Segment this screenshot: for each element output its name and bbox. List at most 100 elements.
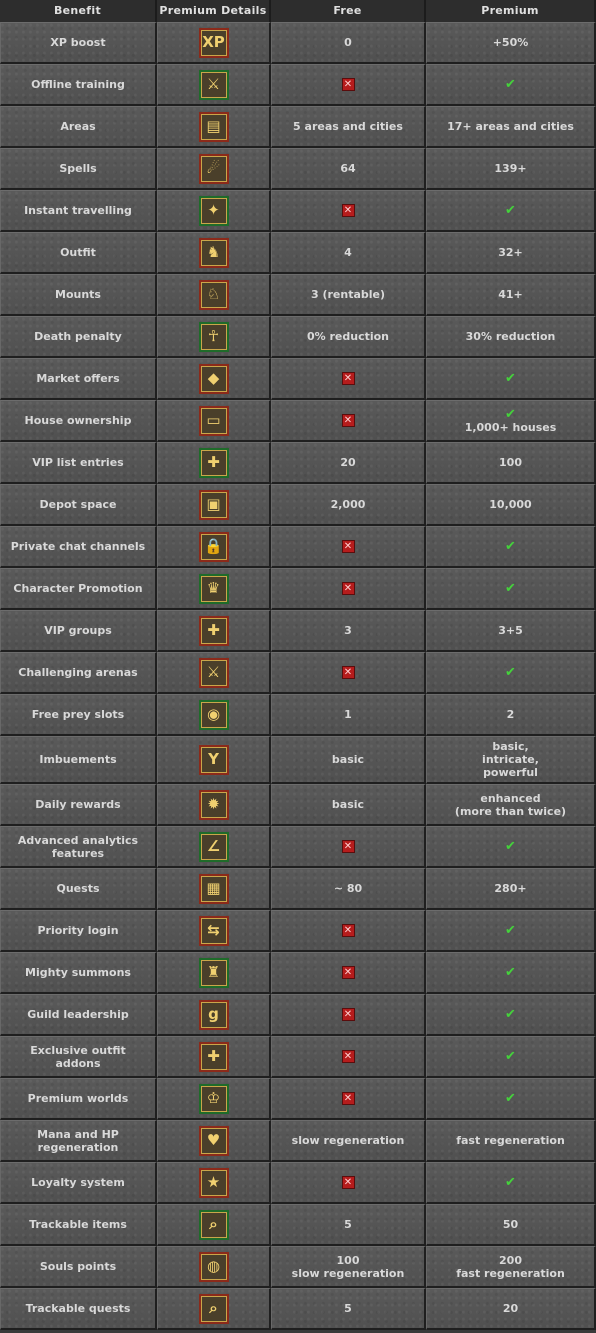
depot-icon[interactable]: ▣ — [198, 489, 229, 520]
premium-comparison-table: Benefit Premium Details Free Premium XP … — [0, 0, 596, 1330]
benefit-cell: Spells — [0, 148, 157, 190]
benefit-cell: Quests — [0, 868, 157, 910]
table-row: Mana and HP regeneration ♥ slow regenerati… — [0, 1120, 596, 1162]
private-chat-icon[interactable]: 🔒 — [198, 531, 229, 562]
premium-value-cell: 32+ — [426, 232, 596, 274]
benefit-cell: Trackable quests — [0, 1288, 157, 1330]
value-stack: ✔ 1,000+ houses — [465, 408, 557, 434]
quest-book-icon[interactable]: ▦ — [198, 873, 229, 904]
compass-star-icon[interactable]: ✦ — [198, 195, 229, 226]
table-row: Guild leadership g ✕ ✔ — [0, 994, 596, 1036]
benefit-cell: Imbuements — [0, 736, 157, 784]
xp-boost-icon[interactable]: XP — [198, 27, 229, 58]
table-row: Free prey slots ◉ 1 2 — [0, 694, 596, 736]
check-icon: ✔ — [505, 77, 516, 92]
free-value-cell: basic — [271, 736, 426, 784]
house-sign-icon[interactable]: ▭ — [198, 405, 229, 436]
premium-details-cell: ◍ — [157, 1246, 271, 1288]
check-icon: ✔ — [505, 371, 516, 386]
market-bag-icon[interactable]: ◆ — [198, 363, 229, 394]
benefit-cell: Offline training — [0, 64, 157, 106]
value-stack: ✔ — [505, 924, 516, 937]
cross-icon: ✕ — [341, 966, 355, 979]
outfit-icon[interactable]: ♞ — [198, 237, 229, 268]
crossed-swords-icon[interactable]: ⚔ — [198, 657, 229, 688]
check-icon: ✔ — [505, 1175, 516, 1190]
summon-icon[interactable]: ♜ — [198, 957, 229, 988]
free-value-cell: ✕ — [271, 826, 426, 868]
header-premium: Premium — [426, 0, 596, 22]
prey-icon[interactable]: ◉ — [198, 699, 229, 730]
ankh-icon[interactable]: ☥ — [198, 321, 229, 352]
premium-value-cell: ✔ — [426, 190, 596, 232]
value-stack: ✔ — [505, 372, 516, 385]
benefit-cell: Trackable items — [0, 1204, 157, 1246]
table-row: Trackable items ⌕ 5 50 — [0, 1204, 596, 1246]
regeneration-icon[interactable]: ♥ — [198, 1125, 229, 1156]
vip-groups-icon[interactable]: ✚ — [198, 615, 229, 646]
benefit-cell: Challenging arenas — [0, 652, 157, 694]
premium-details-cell: ⚔ — [157, 652, 271, 694]
table-row: Areas ▤ 5 areas and cities 17+ areas and ci… — [0, 106, 596, 148]
free-value-cell: ✕ — [271, 190, 426, 232]
premium-details-cell: ♞ — [157, 232, 271, 274]
guild-banner-icon[interactable]: g — [198, 999, 229, 1030]
offline-training-icon[interactable]: ⚔ — [198, 69, 229, 100]
soul-stone-icon[interactable]: ◍ — [198, 1251, 229, 1282]
free-value-cell: ✕ — [271, 358, 426, 400]
table-row: Loyalty system ★ ✕ ✔ — [0, 1162, 596, 1204]
table-row: Premium worlds ♔ ✕ ✔ — [0, 1078, 596, 1120]
table-body: XP boost XP 0 +50% Offline training ⚔ ✕ ✔ Areas ▤… — [0, 22, 596, 1330]
mount-icon[interactable]: ♘ — [198, 279, 229, 310]
free-value-cell: ✕ — [271, 952, 426, 994]
cross-icon: ✕ — [341, 78, 355, 91]
outfit-addon-icon[interactable]: ✚ — [198, 1041, 229, 1072]
table-row: Mounts ♘ 3 (rentable) 41+ — [0, 274, 596, 316]
trackable-quests-icon[interactable]: ⌕ — [198, 1293, 229, 1324]
check-icon: ✔ — [505, 923, 516, 938]
table-row: Offline training ⚔ ✕ ✔ — [0, 64, 596, 106]
premium-details-cell: Y — [157, 736, 271, 784]
premium-details-cell: 🔒 — [157, 526, 271, 568]
free-value-cell: 100 slow regeneration — [271, 1246, 426, 1288]
premium-value-cell: ✔ — [426, 652, 596, 694]
free-value-cell: 3 (rentable) — [271, 274, 426, 316]
check-icon: ✔ — [505, 581, 516, 596]
vip-add-icon[interactable]: ✚ — [198, 447, 229, 478]
premium-details-cell: ▦ — [157, 868, 271, 910]
imbuement-icon[interactable]: Y — [198, 744, 229, 775]
benefit-cell: Mounts — [0, 274, 157, 316]
premium-details-cell: ☄ — [157, 148, 271, 190]
benefit-cell: VIP list entries — [0, 442, 157, 484]
free-value-cell: 2,000 — [271, 484, 426, 526]
fireball-icon[interactable]: ☄ — [198, 153, 229, 184]
free-value-cell: ✕ — [271, 652, 426, 694]
benefit-cell: Character Promotion — [0, 568, 157, 610]
premium-details-cell: ✹ — [157, 784, 271, 826]
premium-value-cell: ✔ — [426, 952, 596, 994]
daily-reward-icon[interactable]: ✹ — [198, 789, 229, 820]
priority-login-icon[interactable]: ⇆ — [198, 915, 229, 946]
free-value-cell: 0% reduction — [271, 316, 426, 358]
header-free: Free — [271, 0, 426, 22]
free-value-cell: ✕ — [271, 1036, 426, 1078]
loyalty-star-icon[interactable]: ★ — [198, 1167, 229, 1198]
value-stack: ✔ — [505, 78, 516, 91]
benefit-cell: XP boost — [0, 22, 157, 64]
cross-icon: ✕ — [341, 414, 355, 427]
benefit-cell: Guild leadership — [0, 994, 157, 1036]
benefit-cell: Loyalty system — [0, 1162, 157, 1204]
table-row: XP boost XP 0 +50% — [0, 22, 596, 64]
premium-details-cell: ✦ — [157, 190, 271, 232]
table-row: Outfit ♞ 4 32+ — [0, 232, 596, 274]
premium-details-cell: ✚ — [157, 1036, 271, 1078]
cross-icon: ✕ — [341, 666, 355, 679]
map-icon[interactable]: ▤ — [198, 111, 229, 142]
table-row: Character Promotion ♛ ✕ ✔ — [0, 568, 596, 610]
premium-details-cell: ▤ — [157, 106, 271, 148]
promotion-icon[interactable]: ♛ — [198, 573, 229, 604]
analytics-icon[interactable]: ∠ — [198, 831, 229, 862]
premium-world-icon[interactable]: ♔ — [198, 1083, 229, 1114]
trackable-items-icon[interactable]: ⌕ — [198, 1209, 229, 1240]
premium-details-cell: ✚ — [157, 442, 271, 484]
